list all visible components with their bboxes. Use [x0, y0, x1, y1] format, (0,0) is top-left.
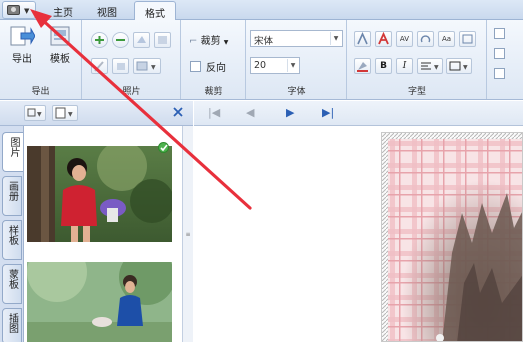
photo-thumbnail-2[interactable] — [27, 262, 172, 342]
ribbon-tab-bar: ▼ 主页 视图 格式 — [0, 0, 523, 21]
group-export: 导出 模板 导出 — [0, 20, 82, 99]
page-navigation-bar: |◀ ◀ ▶ ▶| — [194, 101, 523, 126]
char-spacing-label: AV — [399, 35, 410, 43]
view-mode-dropdown[interactable]: ▼ — [24, 105, 46, 121]
crop-icon: ⌐ — [189, 36, 198, 47]
camera-icon — [7, 5, 20, 15]
svg-text:▼: ▼ — [37, 111, 42, 118]
group-photo: ▼ 照片 — [83, 20, 181, 99]
reverse-label: 反向 — [206, 63, 226, 74]
group-label-font-style: 字型 — [407, 87, 426, 97]
template-button[interactable]: 模板 — [44, 25, 76, 65]
rotate-text-icon[interactable] — [417, 31, 434, 47]
rotate-icon[interactable] — [133, 32, 150, 48]
italic-button[interactable]: I — [396, 58, 413, 74]
template-label: 模板 — [50, 54, 70, 65]
group-partial — [488, 20, 523, 99]
svg-text:▼: ▼ — [151, 64, 156, 71]
italic-label: I — [402, 61, 407, 71]
option-checkbox-3[interactable] — [494, 68, 505, 79]
border-dropdown-icon[interactable]: ▼ — [446, 58, 472, 74]
side-tabs: 图片 画册 样板 蒙板 插图 — [0, 126, 24, 342]
photo-thumbnail-1[interactable] — [27, 146, 172, 242]
tab-view[interactable]: 视图 — [86, 1, 128, 20]
bold-button[interactable]: B — [375, 58, 392, 74]
reverse-checkbox[interactable] — [190, 61, 201, 72]
check-icon — [158, 142, 169, 153]
font-name-select[interactable]: 宋体 ▼ — [250, 30, 343, 47]
frame-dropdown-icon[interactable]: ▼ — [133, 58, 161, 74]
prev-page-icon[interactable]: ◀ — [246, 107, 254, 119]
last-page-icon[interactable]: ▶| — [322, 107, 334, 119]
export-button[interactable]: 导出 — [6, 25, 38, 65]
close-icon[interactable] — [172, 106, 184, 118]
side-tab-pictures[interactable]: 图片 — [2, 132, 24, 172]
flip-icon[interactable] — [154, 32, 171, 48]
chevron-down-icon: ▼ — [24, 7, 30, 15]
char-spacing-button[interactable]: AV — [396, 31, 413, 47]
tab-format[interactable]: 格式 — [134, 1, 176, 21]
font-name-value: 宋体 — [254, 36, 274, 47]
effect-icon[interactable] — [112, 58, 129, 74]
side-tab-illustrations[interactable]: 插图 — [2, 308, 22, 342]
case-label: Aa — [441, 35, 452, 43]
svg-text:▼: ▼ — [463, 64, 468, 71]
group-crop: ⌐ 裁剪 ▼ 反向 裁剪 — [182, 20, 246, 99]
pencil-icon[interactable] — [91, 58, 108, 74]
group-font-style: AV Aa B I ▼ ▼ 字型 — [348, 20, 487, 99]
side-panel: ▼ ▼ 图片 画册 样板 蒙板 插图 ≡ — [0, 101, 193, 342]
font-size-value: 20 — [254, 60, 267, 71]
export-label: 导出 — [12, 54, 32, 65]
crop-button[interactable]: ⌐ 裁剪 ▼ — [189, 32, 228, 47]
svg-text:▼: ▼ — [68, 111, 73, 118]
text-box-icon[interactable] — [459, 31, 476, 47]
highlight-icon[interactable] — [354, 58, 371, 74]
zoom-in-icon[interactable] — [91, 32, 108, 48]
align-dropdown-icon[interactable]: ▼ — [417, 58, 443, 74]
group-label-export: 导出 — [31, 87, 50, 97]
page-preview[interactable] — [381, 132, 523, 342]
crop-label: 裁剪 — [200, 36, 221, 47]
export-icon — [9, 25, 36, 47]
group-font: 宋体 ▼ 20 ▼ 字体 — [247, 20, 347, 99]
side-tab-pictures-label: 图片 — [8, 137, 19, 157]
chevron-down-icon: ▼ — [287, 59, 298, 72]
side-tab-albums[interactable]: 画册 — [2, 176, 22, 216]
font-size-select[interactable]: 20 ▼ — [250, 57, 300, 74]
thumbnail-list — [23, 126, 182, 342]
text-color-icon[interactable] — [354, 31, 371, 47]
bold-label: B — [380, 61, 387, 71]
side-tab-masks[interactable]: 蒙板 — [2, 264, 22, 304]
ribbon: 导出 模板 导出 ▼ 照片 ⌐ 裁剪 ▼ 反向 裁剪 宋体 ▼ 20 ▼ 字体 … — [0, 20, 523, 100]
scroll-grip-icon: ≡ — [185, 231, 191, 238]
side-tab-masks-label: 蒙板 — [6, 269, 18, 289]
group-label-crop: 裁剪 — [204, 87, 223, 97]
tab-home[interactable]: 主页 — [44, 1, 82, 20]
app-menu-button[interactable]: ▼ — [2, 1, 36, 19]
chevron-down-icon: ▼ — [330, 32, 341, 45]
side-tab-albums-label: 画册 — [6, 181, 18, 201]
group-label-photo: 照片 — [122, 87, 141, 97]
side-tab-illustrations-label: 插图 — [6, 313, 18, 333]
first-page-icon[interactable]: |◀ — [208, 107, 220, 119]
font-color-icon[interactable] — [375, 31, 392, 47]
svg-text:▼: ▼ — [434, 64, 439, 71]
next-page-icon[interactable]: ▶ — [286, 107, 294, 119]
group-label-font: 字体 — [287, 87, 306, 97]
sort-dropdown[interactable]: ▼ — [52, 105, 78, 121]
option-checkbox-1[interactable] — [494, 28, 505, 39]
side-panel-toolbar: ▼ ▼ — [0, 101, 193, 126]
preview-area: |◀ ◀ ▶ ▶| — [194, 101, 523, 342]
side-tab-samples-label: 样板 — [6, 225, 18, 245]
option-checkbox-2[interactable] — [494, 48, 505, 59]
zoom-out-icon[interactable] — [112, 32, 129, 48]
side-tab-samples[interactable]: 样板 — [2, 220, 22, 260]
case-button[interactable]: Aa — [438, 31, 455, 47]
chevron-down-icon: ▼ — [223, 39, 229, 46]
side-panel-scrollbar[interactable]: ≡ — [182, 126, 193, 342]
template-icon — [47, 25, 73, 47]
